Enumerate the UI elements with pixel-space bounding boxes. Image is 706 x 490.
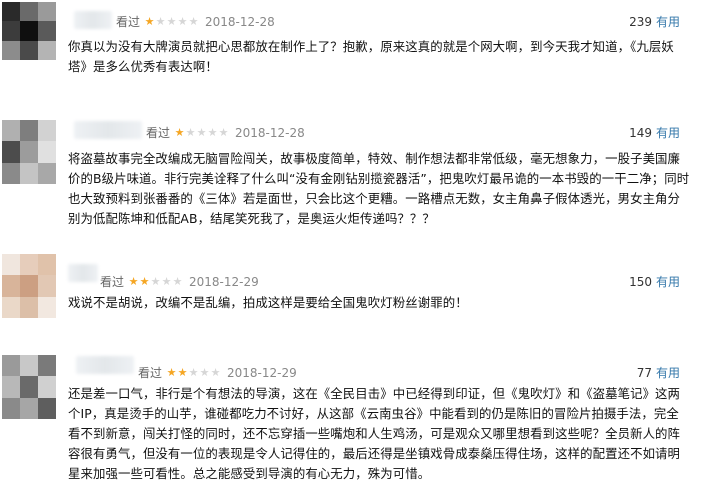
avatar-pixel xyxy=(38,120,56,142)
avatar-pixel xyxy=(38,296,56,318)
star-empty-icon: ★ xyxy=(188,365,199,379)
review-meta: 看过 ★ ★ ★ ★ ★ 2018-12-28 xyxy=(146,124,305,141)
avatar-pixel xyxy=(20,296,38,318)
review-meta: 看过 ★ ★ ★ ★ ★ 2018-12-28 xyxy=(116,13,275,30)
useful-button[interactable]: 有用 xyxy=(656,275,680,289)
star-empty-icon: ★ xyxy=(185,125,196,139)
avatar-pixel xyxy=(38,355,56,377)
vote-count: 77 xyxy=(636,366,652,380)
avatar-pixel xyxy=(20,162,38,184)
avatar[interactable] xyxy=(2,120,56,184)
review-meta: 看过 ★ ★ ★ ★ ★ 2018-12-29 xyxy=(138,364,297,381)
star-empty-icon: ★ xyxy=(210,365,221,379)
star-filled-icon: ★ xyxy=(166,365,177,379)
avatar-pixel xyxy=(38,376,56,398)
avatar-pixel xyxy=(2,162,20,184)
review-date: 2018-12-28 xyxy=(235,125,305,140)
watch-status: 看过 xyxy=(138,366,163,380)
avatar-pixel xyxy=(2,2,20,22)
avatar-pixel xyxy=(38,162,56,184)
avatar-pixel xyxy=(20,397,38,419)
avatar-pixel xyxy=(20,355,38,377)
star-empty-icon: ★ xyxy=(218,125,229,139)
avatar-pixel xyxy=(2,254,20,276)
rating-stars: ★ ★ ★ ★ ★ xyxy=(144,14,199,28)
avatar-pixel xyxy=(38,397,56,419)
star-empty-icon: ★ xyxy=(166,14,177,28)
avatar-pixel xyxy=(2,141,20,163)
star-empty-icon: ★ xyxy=(172,274,183,288)
avatar-pixel xyxy=(2,275,20,297)
avatar-pixel xyxy=(38,40,56,60)
review-date: 2018-12-29 xyxy=(189,274,259,289)
username-blurred[interactable] xyxy=(68,264,98,282)
star-empty-icon: ★ xyxy=(207,125,218,139)
star-filled-icon: ★ xyxy=(174,125,185,139)
avatar-pixel xyxy=(38,254,56,276)
star-empty-icon: ★ xyxy=(199,365,210,379)
vote-count: 239 xyxy=(629,15,652,29)
avatar[interactable] xyxy=(2,2,56,60)
review-content: 将盗墓故事完全改编成无脑冒险闯关，故事极度简单，特效、制作想法都非常低级，毫无想… xyxy=(68,151,690,226)
avatar-pixel xyxy=(20,2,38,22)
avatar-pixel xyxy=(2,376,20,398)
avatar[interactable] xyxy=(2,254,56,318)
star-empty-icon: ★ xyxy=(177,14,188,28)
rating-stars: ★ ★ ★ ★ ★ xyxy=(128,274,183,288)
avatar-pixel xyxy=(20,120,38,142)
review-content: 戏说不是胡说，改编不是乱编，拍成这样是要给全国鬼吹灯粉丝谢罪的！ xyxy=(68,295,468,310)
avatar-pixel xyxy=(20,40,38,60)
avatar-pixel xyxy=(2,21,20,41)
watch-status: 看过 xyxy=(100,275,125,289)
avatar-pixel xyxy=(2,397,20,419)
star-empty-icon: ★ xyxy=(161,274,172,288)
avatar-pixel xyxy=(2,120,20,142)
watch-status: 看过 xyxy=(146,126,171,140)
useful-button[interactable]: 有用 xyxy=(656,366,680,380)
vote-area: 150 有用 xyxy=(629,273,680,290)
review-date: 2018-12-28 xyxy=(205,14,275,29)
review-content: 还是差一口气，非行是个有想法的导演，这在《全民目击》中已经得到印证，但《鬼吹灯》… xyxy=(68,386,681,481)
star-filled-icon: ★ xyxy=(128,274,139,288)
avatar-pixel xyxy=(2,355,20,377)
avatar-pixel xyxy=(2,296,20,318)
avatar-pixel xyxy=(20,275,38,297)
username-blurred[interactable] xyxy=(74,121,142,139)
avatar-pixel xyxy=(38,2,56,22)
review-date: 2018-12-29 xyxy=(227,365,297,380)
rating-stars: ★ ★ ★ ★ ★ xyxy=(174,125,229,139)
username-blurred[interactable] xyxy=(74,11,112,29)
vote-area: 77 有用 xyxy=(637,364,680,381)
avatar-pixel xyxy=(38,141,56,163)
vote-count: 149 xyxy=(629,126,652,140)
star-filled-icon: ★ xyxy=(144,14,155,28)
avatar-pixel xyxy=(38,21,56,41)
vote-area: 239 有用 xyxy=(629,13,680,30)
avatar-pixel xyxy=(20,21,38,41)
star-filled-icon: ★ xyxy=(139,274,150,288)
watch-status: 看过 xyxy=(116,15,141,29)
avatar-pixel xyxy=(2,40,20,60)
vote-count: 150 xyxy=(629,275,652,289)
avatar-pixel xyxy=(20,254,38,276)
star-empty-icon: ★ xyxy=(155,14,166,28)
star-empty-icon: ★ xyxy=(196,125,207,139)
star-empty-icon: ★ xyxy=(188,14,199,28)
vote-area: 149 有用 xyxy=(629,124,680,141)
rating-stars: ★ ★ ★ ★ ★ xyxy=(166,365,221,379)
star-empty-icon: ★ xyxy=(150,274,161,288)
review-content: 你真以为没有大牌演员就把心思都放在制作上了？抱歉，原来这真的就是个网大啊，到今天… xyxy=(68,39,674,74)
useful-button[interactable]: 有用 xyxy=(656,126,680,140)
username-blurred[interactable] xyxy=(76,356,134,374)
avatar-pixel xyxy=(20,141,38,163)
useful-button[interactable]: 有用 xyxy=(656,15,680,29)
avatar-pixel xyxy=(20,376,38,398)
avatar[interactable] xyxy=(2,355,56,419)
review-meta: 看过 ★ ★ ★ ★ ★ 2018-12-29 xyxy=(100,273,259,290)
avatar-pixel xyxy=(38,275,56,297)
star-filled-icon: ★ xyxy=(177,365,188,379)
